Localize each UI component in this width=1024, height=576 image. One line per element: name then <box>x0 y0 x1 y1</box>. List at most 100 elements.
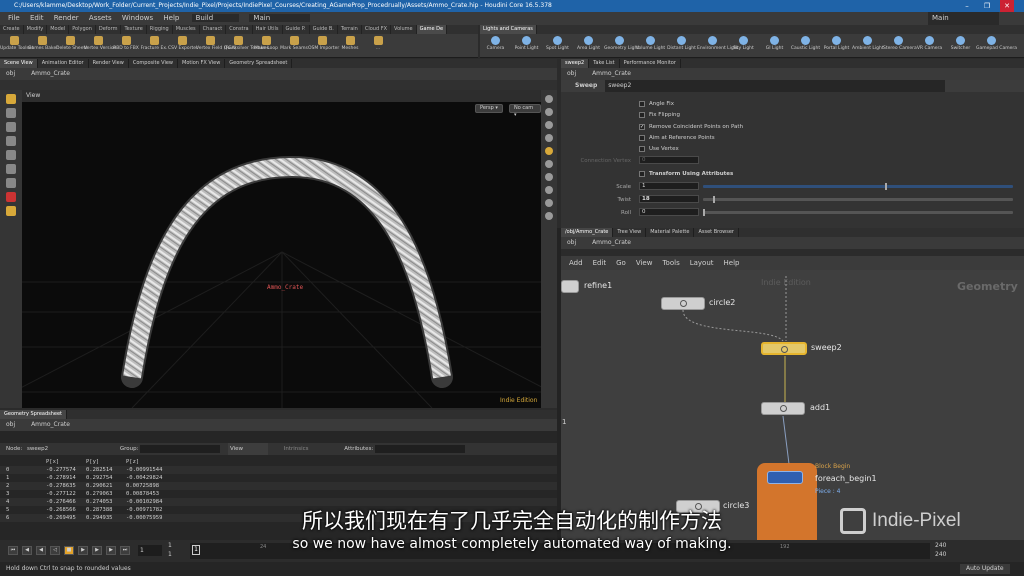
display-prims-icon[interactable] <box>545 212 553 220</box>
minimize-button[interactable]: – <box>960 0 974 12</box>
shelf-tab[interactable]: Polygon <box>69 25 96 34</box>
table-row[interactable]: 4 -0.276466 0.274053 -0.00102984 <box>0 498 557 506</box>
column-header[interactable]: P[x] <box>40 458 80 466</box>
shelf-tab[interactable]: Guide P. <box>283 25 310 34</box>
ghost-icon[interactable] <box>545 108 553 116</box>
node-add1[interactable] <box>761 402 805 415</box>
shelf-tab[interactable]: Charact <box>200 25 227 34</box>
pane-tab[interactable]: Performance Monitor <box>620 59 681 68</box>
shelf-tool[interactable]: Camera <box>480 34 511 51</box>
pane-tab[interactable]: Material Palette <box>646 228 695 237</box>
brush-tool-icon[interactable] <box>6 178 16 188</box>
shelf-tab[interactable]: Hair Utils <box>253 25 283 34</box>
shelf-tool[interactable]: Stereo Camera <box>883 34 917 51</box>
snap-icon[interactable] <box>545 147 553 155</box>
shelf-tab[interactable]: Rigging <box>147 25 173 34</box>
pane-tab[interactable]: Motion FX View <box>178 59 226 68</box>
persp-menu[interactable]: Persp ▾ <box>475 104 503 113</box>
shelf-tab[interactable]: Constra <box>226 25 253 34</box>
checkbox[interactable] <box>639 145 645 152</box>
column-header[interactable]: P[z] <box>120 458 557 466</box>
visibility-icon[interactable] <box>545 160 553 168</box>
slider-handle[interactable] <box>703 209 705 216</box>
shelf-tab[interactable]: Cloud FX <box>362 25 392 34</box>
menu-assets[interactable]: Assets <box>89 14 112 22</box>
viewport[interactable]: View Ammo_Crate Indie Edition Persp ▾ No… <box>22 90 541 408</box>
maximize-button[interactable]: ❐ <box>980 0 994 12</box>
pane-divider[interactable] <box>557 228 561 540</box>
shelf-tool[interactable]: Vertex Version <box>84 34 116 51</box>
shelf-tool[interactable]: Area Light <box>573 34 604 51</box>
pane-tab[interactable]: Asset Browser <box>694 228 739 237</box>
path-object[interactable]: Ammo_Crate <box>31 70 70 77</box>
param-remove-coincident[interactable]: ✓ Remove Coincident Points on Path <box>561 123 743 132</box>
path-obj[interactable]: obj <box>6 421 15 428</box>
twist-slider[interactable] <box>703 196 1013 203</box>
table-row[interactable]: 2 -0.278635 0.290621 0.00725898 <box>0 482 557 490</box>
group-field[interactable] <box>140 444 221 453</box>
shelf-tab[interactable]: Model <box>47 25 70 34</box>
shelf-tool[interactable]: Distant Light <box>666 34 697 51</box>
camera-icon[interactable] <box>545 173 553 181</box>
param-use-vertex[interactable]: Use Vertex <box>561 145 679 154</box>
pane-tab[interactable]: Tree View <box>613 228 647 237</box>
pane-tab[interactable]: Scene View <box>0 59 38 68</box>
shelf-tool[interactable]: Volume Light <box>635 34 666 51</box>
pane-tab[interactable]: Render View <box>89 59 129 68</box>
slider-handle[interactable] <box>885 183 887 190</box>
shelf-tab[interactable]: Game De <box>416 25 448 34</box>
shelf-tool[interactable]: Environment Light <box>697 34 738 51</box>
pane-tab[interactable]: /obj/Ammo_Crate <box>561 228 614 237</box>
path-object[interactable]: Ammo_Crate <box>592 239 631 246</box>
pane-tab[interactable]: Composite View <box>129 59 178 68</box>
pose-tool-icon[interactable] <box>6 164 16 174</box>
shelf-tab[interactable]: Volume <box>391 25 417 34</box>
checkbox[interactable] <box>639 111 645 118</box>
scale-tool-icon[interactable] <box>6 136 16 146</box>
checkbox[interactable] <box>639 100 645 107</box>
checkbox[interactable] <box>639 134 645 141</box>
shelf-tool[interactable]: Ambient Light <box>852 34 884 51</box>
shelf-tool[interactable]: Mark Seams <box>280 34 308 51</box>
select-tool-icon[interactable] <box>6 94 16 104</box>
param-transform-attr[interactable]: Transform Using Attributes <box>561 170 733 179</box>
shelf-tool[interactable]: Portal Light <box>821 34 852 51</box>
table-row[interactable]: 1 -0.278914 0.292754 -0.00429824 <box>0 474 557 482</box>
table-row[interactable]: 0 -0.277574 0.282514 -0.00991544 <box>0 466 557 474</box>
shelf-tab[interactable]: Texture <box>121 25 147 34</box>
node-sweep2[interactable] <box>761 342 807 355</box>
shelf-tool[interactable]: Update Toolset <box>0 34 33 51</box>
slider-handle[interactable] <box>713 196 715 203</box>
path-object[interactable]: Ammo_Crate <box>31 421 70 428</box>
intrinsics-menu[interactable]: Intrinsics <box>284 446 309 452</box>
param-aim-ref[interactable]: Aim at Reference Points <box>561 134 715 143</box>
shelf-tool[interactable]: OSM Importer <box>308 34 339 51</box>
shelf-tab[interactable]: Terrain <box>338 25 362 34</box>
twist-field[interactable]: 18 <box>639 195 699 203</box>
shelf-tool[interactable]: Spot Light <box>542 34 573 51</box>
handle-tool-icon[interactable] <box>6 150 16 160</box>
shelf-tab[interactable]: Create <box>0 25 24 34</box>
table-row[interactable]: 3 -0.277122 0.279063 0.00878453 <box>0 490 557 498</box>
path-object[interactable]: Ammo_Crate <box>592 70 631 77</box>
shelf-tool[interactable]: GI Light <box>759 34 790 51</box>
menu-help[interactable]: Help <box>163 14 179 22</box>
shading-icon[interactable] <box>545 134 553 142</box>
shelf-tab[interactable]: Muscles <box>173 25 200 34</box>
shelf-tool[interactable]: Vertex Field (FGA) <box>196 34 236 51</box>
pane-tab[interactable]: Geometry Spreadsheet <box>225 59 293 68</box>
roll-slider[interactable] <box>703 209 1013 216</box>
auto-update-button[interactable]: Auto Update <box>960 564 1010 574</box>
shelf-tool[interactable]: Make Loop <box>252 34 280 51</box>
shelf-tool[interactable]: Point Light <box>511 34 542 51</box>
roll-field[interactable]: 0 <box>639 208 699 216</box>
network-editor[interactable]: Add Edit Go View Tools Layout Help Indie Editi… <box>561 256 1024 540</box>
rotate-tool-icon[interactable] <box>6 122 16 132</box>
path-obj[interactable]: obj <box>6 70 15 77</box>
build-dropdown[interactable]: Build <box>191 14 240 22</box>
shelf-tool[interactable]: Gamepad Camera <box>976 34 1017 51</box>
desktop-dropdown-left[interactable]: Main <box>249 14 311 22</box>
view-menu[interactable]: View <box>227 443 268 455</box>
snap-tool-icon[interactable] <box>6 206 16 216</box>
column-header[interactable]: P[y] <box>80 458 120 466</box>
